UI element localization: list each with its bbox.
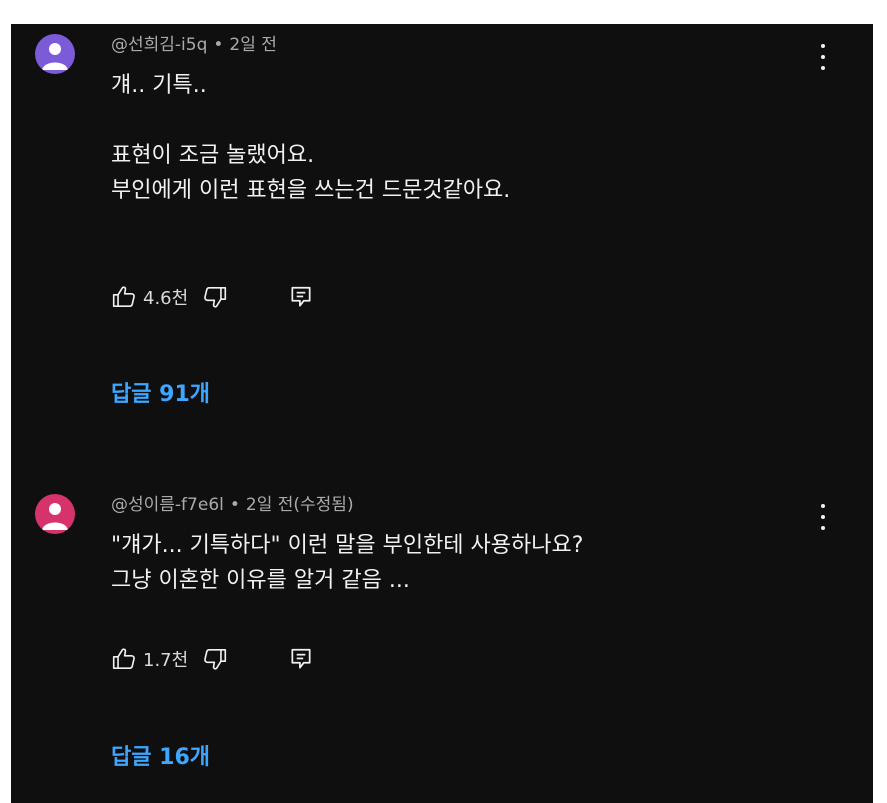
like-button[interactable]: 4.6천 [111,284,188,310]
comment-actions: 1.7천 [111,641,314,677]
avatar[interactable] [35,494,75,534]
avatar[interactable] [35,34,75,74]
more-vert-icon [821,44,825,48]
more-vert-icon [821,504,825,508]
timestamp[interactable]: 2일 전 [229,35,277,55]
like-count: 4.6천 [143,288,189,309]
view-replies-button[interactable]: 답글 91개 [111,376,210,408]
reply-button[interactable] [288,646,314,672]
thumbs-up-icon [112,648,135,670]
reply-icon [291,648,311,669]
person-icon [35,494,75,534]
separator-dot: • [213,35,224,55]
like-count: 1.7천 [143,650,189,671]
comment-actions: 4.6천 [111,279,314,315]
reply-button[interactable] [288,284,314,310]
comment-text: "걔가... 기특하다" 이런 말을 부인한테 사용하나요? 그냥 이혼한 이유… [111,533,584,593]
thumbs-up-icon [112,286,135,308]
dislike-button[interactable] [202,284,228,310]
author-name[interactable]: @성이름-f7e6l [111,495,224,515]
comment-header: @성이름-f7e6l • 2일 전(수정됨) [111,494,354,516]
author-name[interactable]: @선희김-i5q [111,35,207,55]
comment-header: @선희김-i5q • 2일 전 [111,34,277,56]
timestamp[interactable]: 2일 전(수정됨) [246,495,354,515]
separator-dot: • [229,495,240,515]
more-actions-button[interactable] [813,42,833,72]
more-actions-button[interactable] [813,502,833,532]
dislike-button[interactable] [202,646,228,672]
comment-text: 걔.. 기특.. 표현이 조금 놀랬어요. 부인에게 이런 표현을 쓰는건 드문… [111,73,511,203]
comments-panel: @선희김-i5q • 2일 전 걔.. 기특.. 표현이 조금 놀랬어요. 부인에게… [11,24,873,803]
thumbs-down-icon [204,648,227,670]
comment-thread: @선희김-i5q • 2일 전 걔.. 기특.. 표현이 조금 놀랬어요. 부인에게… [11,24,873,444]
reply-icon [291,286,311,307]
like-button[interactable]: 1.7천 [111,646,188,672]
thumbs-down-icon [204,286,227,308]
person-icon [35,34,75,74]
comment-thread: @성이름-f7e6l • 2일 전(수정됨) "걔가... 기특하다" 이런 말을 … [11,484,873,803]
view-replies-button[interactable]: 답글 16개 [111,739,210,771]
